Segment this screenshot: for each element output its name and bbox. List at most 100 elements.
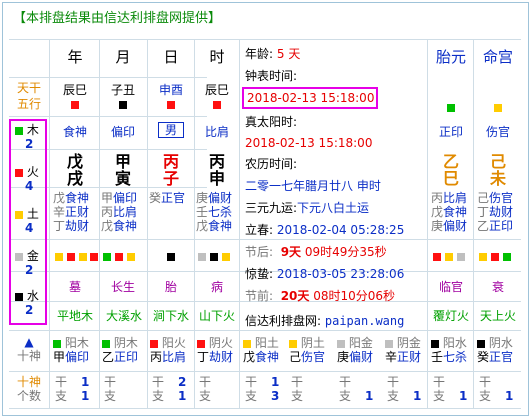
zhi-label: 支: [433, 389, 446, 403]
lichun-row: 立春: 2018-02-04 05:28:25: [245, 223, 425, 237]
square-icon: [456, 252, 465, 261]
square-icon: [502, 252, 511, 261]
site-link[interactable]: paipan.wang: [325, 314, 404, 328]
square-icon: [90, 252, 99, 261]
count-label-2: 个数: [16, 389, 41, 403]
square-icon: [197, 339, 205, 348]
taiyuan-gan: 乙: [442, 152, 459, 171]
taiyuan-ganzhi: 乙 巳: [429, 153, 473, 187]
zhi-count: 1: [505, 389, 514, 403]
taiyuan-square: [429, 100, 473, 114]
element-squares-ri: [149, 249, 193, 263]
page-title: 【本排盘结果由信达利排盘网提供】: [13, 11, 222, 26]
square-icon: [53, 339, 61, 348]
hidden-yue: 甲偏印 丙比肩 戊食神: [101, 191, 138, 233]
wuxing-name: 水: [26, 289, 39, 303]
age-row: 年龄: 5 天: [245, 47, 425, 61]
taiyuan-zhi: 巳: [442, 169, 459, 188]
element-square-icon: [71, 100, 79, 109]
minggong-ganzhi: 己 未: [475, 153, 521, 187]
gan-label: 干: [479, 375, 492, 389]
square-icon: [150, 339, 158, 348]
element-squares-shi: [198, 249, 240, 263]
count-cell: 干1支1: [55, 375, 99, 403]
stem-label: 乙: [102, 350, 115, 364]
shishen-legend-item: 阳火 丙比肩: [150, 336, 196, 364]
jiehou-row: 节后: 9天 09时49分35秒: [245, 245, 425, 259]
taiyuan-squares: [433, 249, 477, 263]
wuxing-item-fire: 火 4: [15, 165, 45, 193]
stem-label: 戊: [243, 350, 256, 364]
gan-label: 干: [152, 375, 165, 389]
gan-count: 1: [81, 375, 90, 389]
nayin-ri: 涧下水: [152, 309, 189, 323]
wuxing-name: 木: [26, 123, 39, 137]
element-square-icon: [213, 100, 221, 109]
pillar-yue: 甲 寅: [101, 153, 145, 187]
minggong-square: [475, 100, 521, 114]
jingzhe-row: 惊蛰: 2018-03-05 23:28:06: [245, 267, 425, 281]
gan-label: 干: [433, 375, 446, 389]
shishen-legend-item: 阳土 戊食神: [243, 336, 289, 364]
yinyang-element-label: 阴金: [393, 336, 421, 350]
lunar-value: 二零一七年腊月廿八 申时: [245, 179, 381, 193]
hidden-shi: 庚偏财 壬七杀 戊食神: [196, 191, 233, 233]
column-nian: 年: [67, 48, 83, 66]
zhi-label: 支: [339, 389, 352, 403]
zhi-label: 支: [245, 389, 258, 403]
square-icon: [243, 339, 251, 348]
taiyuan-hidden: 丙比肩 戊食神 庚偏财: [431, 191, 468, 233]
god-shi: 比肩: [204, 125, 229, 139]
god-label: 正印: [114, 350, 139, 364]
element-squares-yue: [103, 249, 147, 263]
jiehou-rest: 09时49分35秒: [301, 245, 387, 259]
zhi-count: 1: [81, 389, 90, 403]
changsheng-nian: 墓: [68, 280, 81, 294]
wood-square-icon: [15, 126, 23, 135]
zhi-top-nian-text: 辰巳: [62, 83, 87, 97]
square-icon: [479, 252, 487, 261]
site-row: 信达利排盘网: paipan.wang: [245, 314, 425, 328]
minggong-god: 伤官: [485, 125, 510, 139]
yinyang-element-label: 阳水: [439, 336, 467, 350]
wuxing-count: 2: [25, 137, 34, 151]
jiehou-days: 9天: [280, 245, 302, 259]
gan-label: 干: [55, 375, 68, 389]
square-icon: [447, 103, 455, 112]
square-icon: [78, 252, 87, 261]
shishen-legend-item: 阳金 庚偏财: [337, 336, 385, 364]
shishen-label-cell: ▲ 十神: [11, 335, 47, 363]
element-square-icon: [167, 100, 175, 109]
god-label: 正官: [489, 350, 514, 364]
shishen-legend-item: 阴金 辛正财: [385, 336, 429, 364]
count-label-1: 十神: [16, 375, 41, 389]
count-cell: 干支1: [387, 375, 427, 403]
count-cell: 干支: [291, 375, 335, 403]
shishen-label: 十神: [16, 349, 41, 363]
stem-label: 癸: [477, 350, 490, 364]
zhi-label: 支: [291, 389, 304, 403]
metal-square-icon: [15, 252, 23, 261]
wuxing-count: 2: [25, 303, 34, 317]
column-shi: 时: [209, 48, 225, 66]
minggong-changsheng: 衰: [491, 280, 504, 294]
zhi-label: 支: [55, 389, 68, 403]
square-icon: [126, 252, 135, 261]
zhi-label: 支: [387, 389, 400, 403]
changsheng-shi: 病: [210, 280, 223, 294]
sanyuan-row: 三元九运:下元八白土运: [245, 201, 425, 215]
stem-label: 丙: [150, 350, 163, 364]
pillar-zhi: 寅: [114, 169, 131, 188]
zhi-count: 1: [413, 389, 422, 403]
pillar-gan: 丙: [162, 152, 179, 171]
zhi-top-ri-text: 申酉: [158, 83, 183, 97]
column-ri: 日: [163, 48, 179, 66]
pillar-gan: 甲: [114, 152, 131, 171]
water-square-icon: [15, 292, 23, 301]
pillar-gan: 丙: [208, 152, 225, 171]
wuxing-item-earth: 土 4: [15, 207, 45, 235]
sanyuan-value: 下元八白土运: [297, 201, 370, 215]
gan-count: 2: [178, 375, 187, 389]
minggong-hidden: 己伤官 丁劫财 乙正印: [477, 191, 514, 233]
sanyuan-label: 三元九运:: [245, 201, 298, 215]
